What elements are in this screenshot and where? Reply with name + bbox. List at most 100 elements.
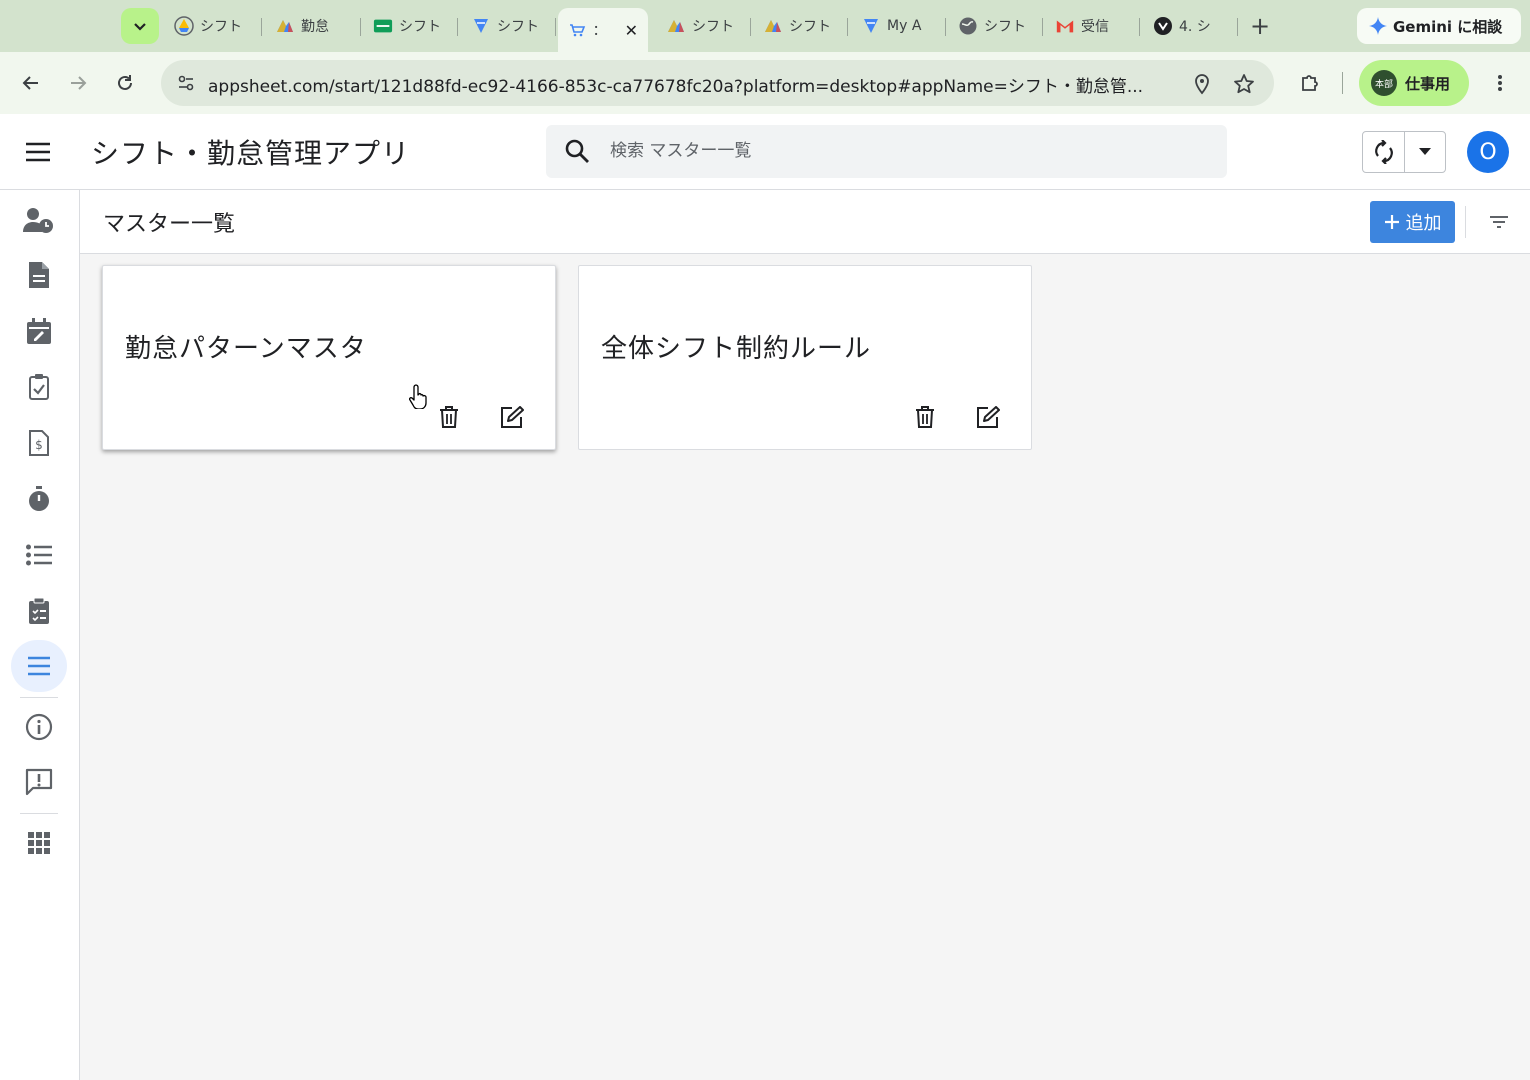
header-divider [1465, 206, 1466, 238]
browser-tab-2[interactable]: 勤怠 [265, 8, 361, 44]
sync-dropdown-button[interactable] [1405, 132, 1445, 172]
arrow-left-icon [22, 76, 38, 90]
browser-tab-7[interactable]: シフト [753, 8, 848, 44]
edit-button[interactable] [973, 402, 1003, 432]
tab-search-button[interactable] [121, 8, 159, 44]
forward-button[interactable] [62, 67, 94, 99]
edit-icon [501, 406, 524, 428]
tab-label: 勤怠 [301, 19, 329, 35]
delete-button[interactable] [434, 402, 464, 432]
nav-item-7[interactable] [11, 529, 67, 581]
browser-tab-1[interactable]: シフト [164, 8, 262, 44]
clipboard-check-icon [29, 374, 49, 400]
nav-item-8[interactable] [11, 585, 67, 637]
tab-label: シフト [692, 19, 734, 35]
search-input[interactable] [610, 135, 1190, 167]
nav-divider [20, 697, 58, 698]
profile-label: 仕事用 [1405, 74, 1451, 93]
browser-tab-10[interactable]: 受信 [1045, 8, 1140, 44]
app-sidebar: $ [0, 190, 80, 1080]
edit-icon [977, 406, 1000, 428]
tab-label: 4. シ [1179, 19, 1211, 35]
form-icon [471, 16, 491, 36]
cart-icon [568, 20, 587, 40]
back-button[interactable] [15, 67, 47, 99]
menu-button[interactable] [22, 138, 54, 166]
new-tab-button[interactable]: + [1249, 12, 1271, 40]
browser-tab-9[interactable]: シフト [948, 8, 1043, 44]
tab-label: シフト [399, 19, 441, 35]
trash-icon [440, 406, 458, 428]
browser-tab-8[interactable]: My A [851, 8, 946, 44]
extensions-button[interactable] [1294, 67, 1326, 99]
tab-label: シフト [984, 19, 1026, 35]
star-icon[interactable] [1232, 72, 1256, 96]
site-settings-icon[interactable] [171, 68, 201, 98]
card-shift-constraint-rules[interactable]: 全体シフト制約ルール [578, 265, 1032, 450]
nav-item-3[interactable] [11, 305, 67, 357]
nav-item-5[interactable]: $ [11, 417, 67, 469]
delete-button[interactable] [910, 402, 940, 432]
sync-button[interactable] [1363, 132, 1405, 172]
plus-icon [1384, 215, 1399, 229]
caret-down-icon [1419, 148, 1431, 155]
gemini-button[interactable]: Gemini に相談 [1357, 8, 1521, 44]
nav-item-feedback[interactable] [11, 756, 67, 808]
toolbar-divider [1342, 72, 1343, 94]
nav-item-2[interactable] [11, 249, 67, 301]
tab-label: シフト [497, 19, 539, 35]
app-title: シフト・勤怠管理アプリ [91, 137, 411, 170]
appsheet-icon [763, 16, 783, 36]
nav-item-4[interactable] [11, 361, 67, 413]
clipboard-list-icon [29, 598, 49, 624]
user-avatar[interactable]: O [1467, 131, 1509, 173]
nav-item-apps[interactable] [11, 817, 67, 869]
view-header: マスター一覧 追加 [80, 190, 1530, 254]
tab-label: シフト [200, 19, 242, 35]
more-vert-icon [1498, 75, 1502, 91]
reload-button[interactable] [109, 67, 141, 99]
profile-chip[interactable]: 本部 仕事用 [1359, 60, 1469, 106]
nav-item-6[interactable] [11, 473, 67, 525]
nav-item-info[interactable] [11, 701, 67, 753]
browser-tab-active[interactable]: ： ✕ [558, 8, 648, 52]
puzzle-icon [1302, 75, 1318, 91]
hand-cursor-icon [409, 384, 427, 409]
add-button[interactable]: 追加 [1370, 201, 1455, 243]
close-icon[interactable]: ✕ [625, 21, 638, 40]
nav-item-1[interactable] [11, 194, 67, 246]
browser-tab-11[interactable]: 4. シ [1143, 8, 1238, 44]
feedback-icon [25, 768, 53, 796]
document-icon [29, 262, 49, 288]
nav-divider [20, 813, 58, 814]
form-icon [861, 16, 881, 36]
drive-icon [174, 16, 194, 36]
stopwatch-icon [29, 486, 49, 511]
invoice-icon: $ [29, 430, 49, 456]
browser-toolbar: appsheet.com/start/121d88fd-ec92-4166-85… [0, 52, 1530, 114]
chevron-down-icon [134, 23, 146, 31]
view-title: マスター一覧 [103, 212, 236, 237]
trash-icon [916, 406, 934, 428]
profile-avatar: 本部 [1371, 70, 1397, 96]
sparkle-icon [1369, 17, 1387, 35]
browser-tab-strip: シフト 勤怠 シフト シフト ： ✕ シフト シフト My A シフト 受信 4… [0, 0, 1530, 52]
nav-item-master-list[interactable] [11, 640, 67, 692]
list-icon [26, 544, 52, 566]
filter-button[interactable] [1484, 208, 1514, 236]
browser-tab-6[interactable]: シフト [656, 8, 751, 44]
search-icon [565, 139, 589, 163]
calendar-edit-icon [27, 318, 51, 344]
appsheet-icon [275, 16, 295, 36]
browser-tab-3[interactable]: シフト [363, 8, 458, 44]
edit-button[interactable] [497, 402, 527, 432]
card-title: 勤怠パターンマスタ [125, 334, 367, 364]
address-bar[interactable]: appsheet.com/start/121d88fd-ec92-4166-85… [161, 60, 1274, 106]
browser-menu-button[interactable] [1484, 67, 1516, 99]
browser-tab-4[interactable]: シフト [461, 8, 556, 44]
location-icon[interactable] [1190, 72, 1214, 96]
reload-icon [118, 75, 132, 90]
search-bar[interactable] [546, 125, 1227, 178]
card-attendance-pattern[interactable]: 勤怠パターンマスタ [102, 265, 556, 450]
url-text[interactable]: appsheet.com/start/121d88fd-ec92-4166-85… [208, 72, 1168, 97]
